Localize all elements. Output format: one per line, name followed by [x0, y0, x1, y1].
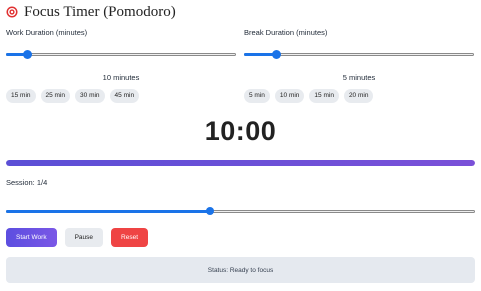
work-preset-45[interactable]: 45 min — [109, 89, 140, 103]
slider-fill — [6, 210, 210, 213]
timer-progress-fill — [6, 160, 475, 166]
work-duration-label: Work Duration (minutes) — [6, 28, 88, 37]
reset-button[interactable]: Reset — [111, 228, 149, 247]
slider-track — [6, 53, 236, 56]
break-preset-15[interactable]: 15 min — [309, 89, 339, 103]
timer-progress-bar — [6, 160, 475, 166]
work-presets: 15 min 25 min 30 min 45 min — [6, 89, 236, 103]
status-text: Status: Ready to focus — [207, 266, 274, 274]
work-preset-25[interactable]: 25 min — [40, 89, 71, 103]
work-duration-section: Work Duration (minutes) 10 minutes 15 mi… — [6, 28, 236, 103]
break-preset-10[interactable]: 10 min — [274, 89, 305, 103]
break-duration-slider[interactable] — [244, 47, 474, 61]
target-icon — [6, 6, 18, 18]
work-preset-30[interactable]: 30 min — [75, 89, 105, 103]
break-preset-5[interactable]: 5 min — [244, 89, 270, 103]
work-duration-slider[interactable] — [6, 47, 236, 61]
slider-thumb[interactable] — [22, 50, 32, 59]
slider-fill — [244, 53, 276, 56]
slider-thumb[interactable] — [205, 207, 214, 215]
break-presets: 5 min 10 min 15 min 20 min — [244, 89, 474, 103]
session-slider[interactable] — [6, 204, 475, 218]
pause-button[interactable]: Pause — [64, 228, 104, 247]
timer-display: 10:00 — [204, 116, 277, 146]
work-preset-15[interactable]: 15 min — [6, 89, 36, 103]
app-header: Focus Timer (Pomodoro) — [6, 3, 176, 21]
app-title: Focus Timer (Pomodoro) — [24, 3, 176, 20]
status-bar: Status: Ready to focus — [6, 257, 475, 283]
break-duration-label: Break Duration (minutes) — [244, 28, 328, 37]
session-label: Session: 1/4 — [6, 178, 48, 187]
break-preset-20[interactable]: 20 min — [343, 89, 374, 103]
timer-controls: Start Work Pause Reset — [6, 228, 149, 247]
start-work-button[interactable]: Start Work — [6, 228, 57, 247]
break-duration-value: 5 minutes — [342, 73, 376, 82]
slider-thumb[interactable] — [271, 50, 281, 59]
break-duration-section: Break Duration (minutes) 5 minutes 5 min… — [244, 28, 474, 103]
work-duration-value: 10 minutes — [102, 73, 140, 82]
